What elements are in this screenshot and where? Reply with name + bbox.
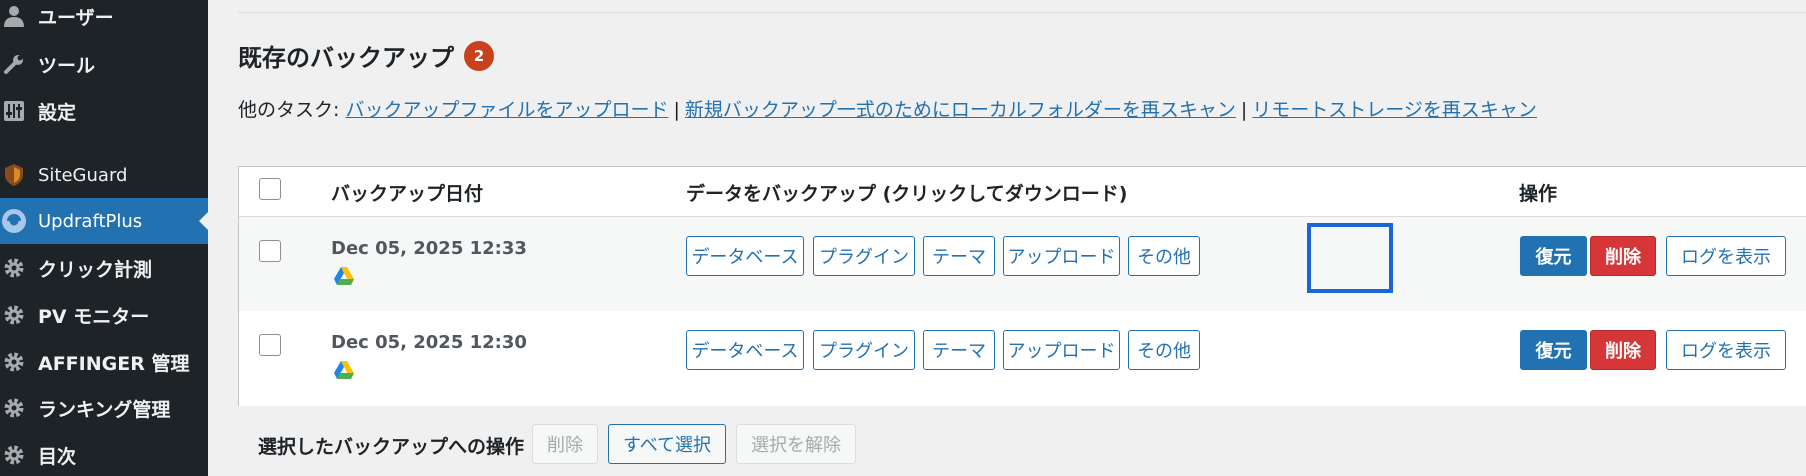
select-all-button[interactable]: すべて選択 bbox=[608, 424, 726, 464]
upload-backup-files-link[interactable]: バックアップファイルをアップロード bbox=[345, 99, 668, 121]
existing-backups-table: バックアップ日付 データをバックアップ (クリックしてダウンロード) 操作 De… bbox=[238, 166, 1806, 406]
delete-button[interactable]: 削除 bbox=[1590, 330, 1656, 370]
restore-button[interactable]: 復元 bbox=[1520, 330, 1587, 370]
view-log-button[interactable]: ログを表示 bbox=[1666, 330, 1786, 370]
sidebar-item-siteguard[interactable]: SiteGuard bbox=[0, 152, 208, 198]
wrench-icon bbox=[0, 50, 28, 78]
user-icon bbox=[0, 2, 28, 30]
sidebar-item-click-tracking[interactable]: クリック計測 bbox=[0, 245, 208, 291]
select-all-checkbox[interactable] bbox=[259, 178, 281, 200]
gear-icon bbox=[0, 441, 28, 469]
download-database-button[interactable]: データベース bbox=[686, 236, 804, 276]
settings-sliders-icon bbox=[0, 97, 28, 125]
bulk-delete-button[interactable]: 削除 bbox=[532, 424, 598, 464]
download-others-button[interactable]: その他 bbox=[1128, 330, 1200, 370]
rescan-remote-storage-link[interactable]: リモートストレージを再スキャン bbox=[1252, 99, 1537, 121]
sidebar-item-pv-monitor[interactable]: PV モニター bbox=[0, 292, 208, 338]
separator: | bbox=[673, 99, 680, 121]
download-themes-button[interactable]: テーマ bbox=[923, 236, 995, 276]
sidebar-item-affinger[interactable]: AFFINGER 管理 bbox=[0, 339, 208, 385]
bulk-actions-label: 選択したバックアップへの操作 bbox=[258, 436, 525, 458]
rescan-local-folder-link[interactable]: 新規バックアップ一式のためにローカルフォルダーを再スキャン bbox=[685, 99, 1236, 121]
download-plugins-button[interactable]: プラグイン bbox=[813, 236, 915, 276]
sidebar-item-users[interactable]: ユーザー bbox=[0, 0, 208, 39]
download-themes-button[interactable]: テーマ bbox=[923, 330, 995, 370]
sidebar-item-tools[interactable]: ツール bbox=[0, 41, 208, 87]
download-plugins-button[interactable]: プラグイン bbox=[813, 330, 915, 370]
row-checkbox[interactable] bbox=[259, 334, 281, 356]
gear-icon bbox=[0, 254, 28, 282]
google-drive-icon bbox=[334, 361, 354, 379]
download-others-button[interactable]: その他 bbox=[1128, 236, 1200, 276]
other-tasks-label: 他のタスク: bbox=[238, 99, 340, 121]
delete-button[interactable]: 削除 bbox=[1590, 236, 1656, 276]
updraftplus-icon bbox=[0, 207, 28, 235]
gear-icon bbox=[0, 348, 28, 376]
sidebar-item-ranking[interactable]: ランキング管理 bbox=[0, 385, 208, 431]
divider bbox=[238, 12, 1806, 13]
google-drive-icon bbox=[334, 267, 354, 285]
restore-button[interactable]: 復元 bbox=[1520, 236, 1587, 276]
other-tasks: 他のタスク: バックアップファイルをアップロード | 新規バックアップ一式のためにロ… bbox=[238, 95, 1537, 122]
table-row: Dec 05, 2025 12:33 データベース プラグイン テーマ アップロ… bbox=[239, 217, 1806, 311]
download-database-button[interactable]: データベース bbox=[686, 330, 804, 370]
view-log-button[interactable]: ログを表示 bbox=[1666, 236, 1786, 276]
main-content: 既存のバックアップ 2 他のタスク: バックアップファイルをアップロード | 新規バ… bbox=[208, 0, 1806, 476]
backup-date: Dec 05, 2025 12:30 bbox=[331, 332, 527, 353]
header-actions: 操作 bbox=[1519, 183, 1558, 205]
focus-highlight bbox=[1307, 223, 1393, 293]
section-title-text: 既存のバックアップ bbox=[238, 44, 454, 72]
section-title: 既存のバックアップ 2 bbox=[238, 38, 494, 73]
backup-date: Dec 05, 2025 12:33 bbox=[331, 238, 527, 259]
header-backup-data: データをバックアップ (クリックしてダウンロード) bbox=[686, 183, 1128, 205]
sidebar-item-settings[interactable]: 設定 bbox=[0, 88, 208, 134]
table-row: Dec 05, 2025 12:30 データベース プラグイン テーマ アップロ… bbox=[239, 311, 1806, 406]
separator: | bbox=[1240, 99, 1248, 121]
gear-icon bbox=[0, 301, 28, 329]
gear-icon bbox=[0, 394, 28, 422]
download-uploads-button[interactable]: アップロード bbox=[1003, 236, 1120, 276]
backup-count-badge: 2 bbox=[464, 40, 494, 71]
sidebar-item-updraftplus[interactable]: UpdraftPlus bbox=[0, 198, 208, 244]
table-header: バックアップ日付 データをバックアップ (クリックしてダウンロード) 操作 bbox=[239, 167, 1806, 217]
download-uploads-button[interactable]: アップロード bbox=[1003, 330, 1120, 370]
header-backup-date: バックアップ日付 bbox=[331, 183, 484, 205]
row-checkbox[interactable] bbox=[259, 240, 281, 262]
siteguard-icon bbox=[0, 161, 28, 189]
deselect-button[interactable]: 選択を解除 bbox=[736, 424, 856, 464]
admin-sidebar: ユーザー ツール 設定 SiteGuard UpdraftPlus クリック計測 bbox=[0, 0, 208, 476]
sidebar-item-toc[interactable]: 目次 bbox=[0, 432, 208, 476]
